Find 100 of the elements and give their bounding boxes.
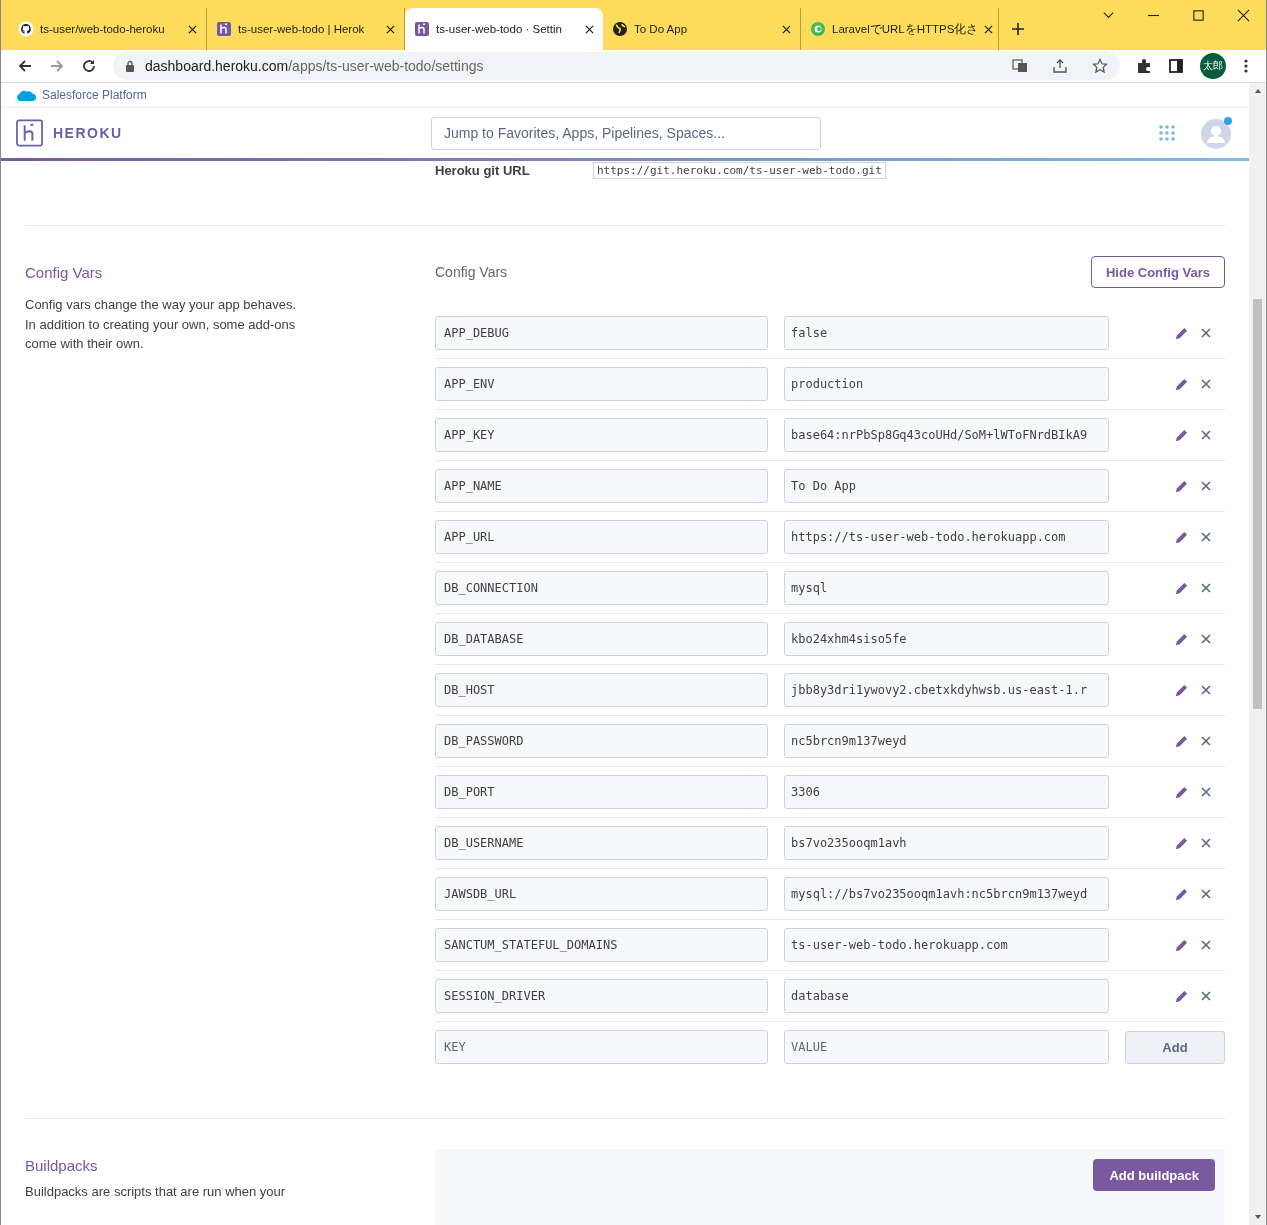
variable-name-field[interactable]: DB_HOST — [435, 673, 768, 707]
pencil-icon[interactable] — [1174, 733, 1189, 749]
delete-icon[interactable] — [1201, 736, 1211, 746]
pencil-icon[interactable] — [1174, 376, 1189, 392]
close-icon[interactable] — [984, 24, 994, 34]
delete-icon[interactable] — [1201, 532, 1211, 542]
pencil-icon[interactable] — [1174, 580, 1189, 596]
scroll-up-icon[interactable] — [1253, 88, 1262, 94]
variable-name-field[interactable]: SESSION_DRIVER — [435, 979, 768, 1013]
close-icon[interactable] — [386, 24, 395, 34]
translate-icon[interactable] — [1012, 58, 1028, 74]
globe-icon — [612, 21, 628, 37]
forward-arrow-icon[interactable] — [49, 58, 65, 74]
delete-icon[interactable] — [1201, 685, 1211, 695]
variable-setting-field[interactable]: database — [784, 979, 1109, 1013]
pencil-icon[interactable] — [1174, 835, 1189, 851]
variable-setting-field[interactable]: mysql — [784, 571, 1109, 605]
git-url-value: https://git.heroku.com/ts-user-web-todo.git — [593, 161, 886, 179]
side-panel-icon[interactable] — [1168, 58, 1184, 74]
variable-setting-field[interactable]: https://ts-user-web-todo.herokuapp.com — [784, 520, 1109, 554]
cloud-logo-icon — [16, 88, 36, 102]
close-icon[interactable] — [1237, 9, 1250, 22]
delete-icon[interactable] — [1201, 481, 1211, 491]
variable-name-field[interactable]: APP_URL — [435, 520, 768, 554]
reload-icon[interactable] — [81, 58, 97, 74]
puzzle-piece-icon[interactable] — [1136, 58, 1152, 74]
star-icon[interactable] — [1092, 58, 1108, 74]
section-description: Config vars change the way your app behaves. In addition to creating your own, some add-ons come with their own. — [25, 296, 297, 353]
delete-icon[interactable] — [1201, 889, 1211, 899]
h-logo-icon[interactable] — [16, 119, 43, 147]
close-icon[interactable] — [585, 24, 594, 34]
browser-tab[interactable]: ts-user-web-todo · Settin — [405, 8, 603, 50]
config-vars-heading: Config Vars — [435, 264, 508, 280]
variable-setting-field[interactable]: production — [784, 367, 1109, 401]
variable-name-field[interactable]: DB_USERNAME — [435, 826, 768, 860]
variable-setting-field[interactable]: 3306 — [784, 775, 1109, 809]
search-field[interactable]: Jump to Favorites, Apps, Pipelines, Spaces... — [431, 116, 821, 150]
scrollbar[interactable] — [1249, 83, 1266, 1225]
delete-icon[interactable] — [1201, 991, 1211, 1001]
delete-icon[interactable] — [1201, 940, 1211, 950]
variable-setting-field[interactable]: bs7vo235ooqm1avh — [784, 826, 1109, 860]
pencil-icon[interactable] — [1174, 784, 1189, 800]
pencil-icon[interactable] — [1174, 886, 1189, 902]
key-input-field[interactable]: KEY — [435, 1030, 768, 1064]
user-avatar-icon[interactable] — [1200, 116, 1234, 150]
pencil-icon[interactable] — [1174, 427, 1189, 443]
variable-name-field[interactable]: APP_NAME — [435, 469, 768, 503]
value-input-field[interactable]: VALUE — [784, 1030, 1109, 1064]
variable-setting-field[interactable]: base64:nrPbSp8Gq43coUHd/SoM+lWToFNrdBIkA9 — [784, 418, 1109, 452]
variable-name-field[interactable]: DB_DATABASE — [435, 622, 768, 656]
section-title: Buildpacks — [25, 1157, 99, 1174]
scrollbar-thumb[interactable] — [1253, 299, 1262, 709]
pencil-icon[interactable] — [1174, 529, 1189, 545]
variable-name-field[interactable]: APP_KEY — [435, 418, 768, 452]
ring-logo-icon — [810, 21, 826, 37]
tab-title: To Do App — [634, 23, 689, 35]
maximize-icon[interactable] — [1192, 9, 1205, 22]
add-buildpack-button[interactable]: Add buildpack — [1093, 1159, 1215, 1191]
more-menu-icon[interactable] — [1244, 58, 1248, 74]
variable-setting-field[interactable]: ts-user-web-todo.herokuapp.com — [784, 928, 1109, 962]
profile-avatar[interactable]: 太郎 — [1200, 53, 1226, 79]
close-icon[interactable] — [188, 24, 197, 34]
variable-name-field[interactable]: JAWSDB_URL — [435, 877, 768, 911]
hide-config-vars-button[interactable]: Hide Config Vars — [1090, 256, 1225, 288]
variable-name-field[interactable]: APP_DEBUG — [435, 316, 768, 350]
delete-icon[interactable] — [1201, 328, 1211, 338]
variable-setting-field[interactable]: nc5brcn9m137weyd — [784, 724, 1109, 758]
delete-icon[interactable] — [1201, 787, 1211, 797]
pencil-icon[interactable] — [1174, 937, 1189, 953]
pencil-icon[interactable] — [1174, 631, 1189, 647]
variable-name-field[interactable]: DB_CONNECTION — [435, 571, 768, 605]
variable-setting-field[interactable]: false — [784, 316, 1109, 350]
pencil-icon[interactable] — [1174, 325, 1189, 341]
delete-icon[interactable] — [1201, 838, 1211, 848]
close-icon[interactable] — [782, 24, 791, 34]
variable-name-field[interactable]: APP_ENV — [435, 367, 768, 401]
variable-setting-field[interactable]: kbo24xhm4siso5fe — [784, 622, 1109, 656]
new-tab-icon[interactable] — [1011, 22, 1025, 36]
variable-name-field[interactable]: DB_PORT — [435, 775, 768, 809]
variable-setting-field[interactable]: To Do App — [784, 469, 1109, 503]
back-arrow-icon[interactable] — [17, 58, 33, 74]
pencil-icon[interactable] — [1174, 478, 1189, 494]
delete-icon[interactable] — [1201, 634, 1211, 644]
add-button[interactable]: Add — [1125, 1030, 1225, 1064]
pencil-icon[interactable] — [1174, 988, 1189, 1004]
variable-setting-field[interactable]: jbb8y3dri1ywovy2.cbetxkdyhwsb.us-east-1.r — [784, 673, 1109, 707]
variable-name-field[interactable]: SANCTUM_STATEFUL_DOMAINS — [435, 928, 768, 962]
git-url-label: Heroku git URL — [435, 162, 531, 178]
delete-icon[interactable] — [1201, 379, 1211, 389]
share-icon[interactable] — [1052, 58, 1068, 74]
delete-icon[interactable] — [1201, 583, 1211, 593]
variable-setting-field[interactable]: mysql://bs7vo235ooqm1avh:nc5brcn9m137weyd — [784, 877, 1109, 911]
scroll-down-icon[interactable] — [1253, 1214, 1262, 1220]
platform-label: Salesforce Platform — [42, 88, 147, 102]
tab-title: ts-user-web-todo | Herok — [238, 23, 366, 35]
logo-text[interactable]: HEROKU — [53, 125, 123, 141]
pencil-icon[interactable] — [1174, 682, 1189, 698]
delete-icon[interactable] — [1201, 430, 1211, 440]
variable-name-field[interactable]: DB_PASSWORD — [435, 724, 768, 758]
address-bar[interactable]: dashboard.heroku.com/apps/ts-user-web-todo/settings — [113, 52, 1120, 80]
